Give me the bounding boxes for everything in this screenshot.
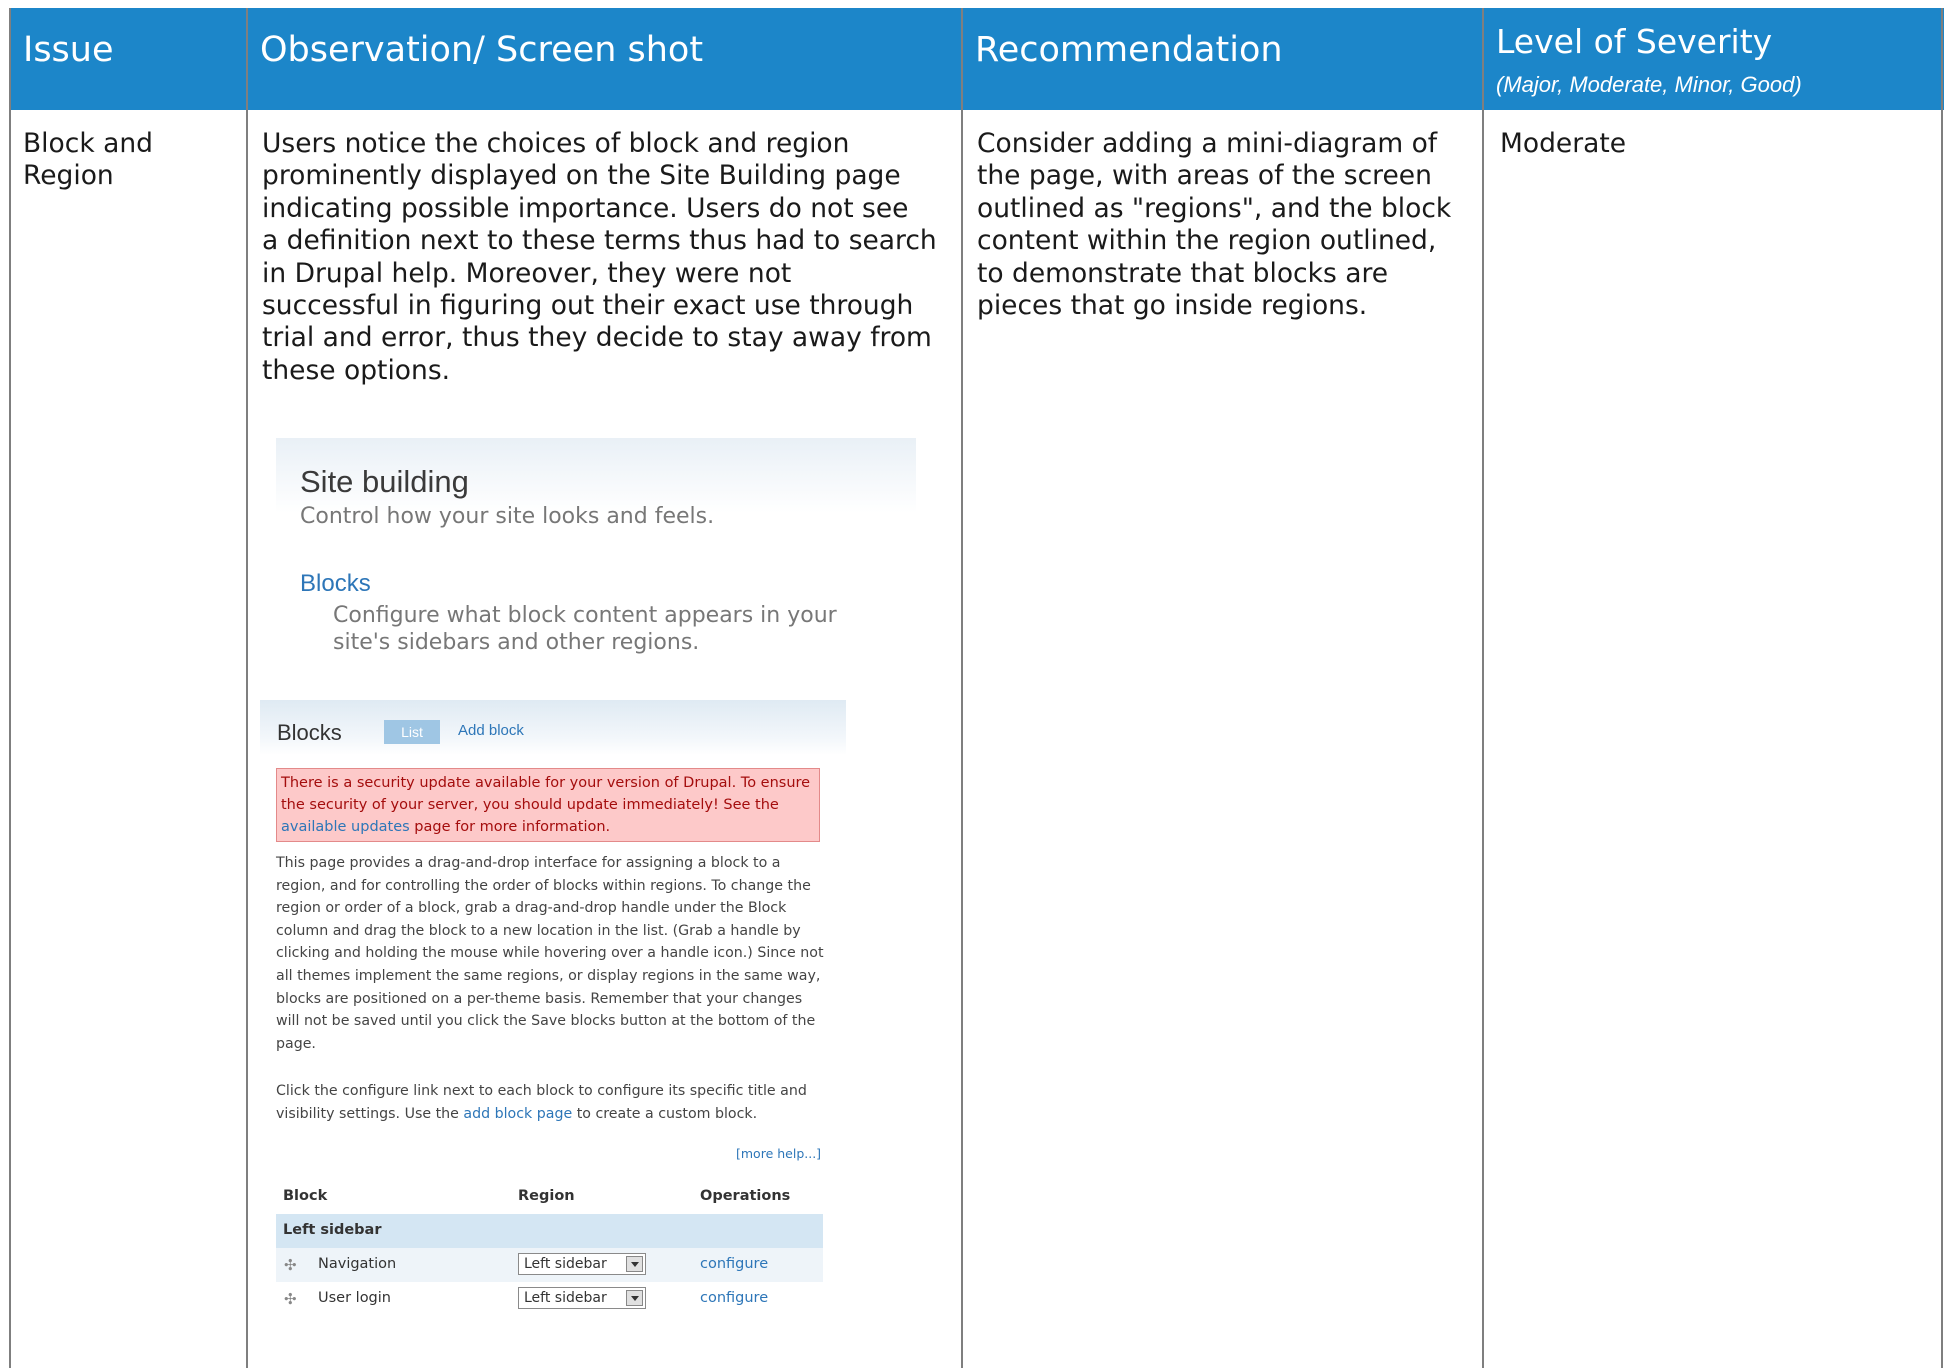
header-recommendation: Recommendation <box>975 30 1283 70</box>
table-header: Issue Observation/ Screen shot Recommend… <box>9 8 1944 110</box>
grid-line-3 <box>1482 8 1484 1368</box>
header-issue: Issue <box>23 30 114 70</box>
grid-line-left <box>9 8 11 1368</box>
site-building-screenshot: Site building Control how your site look… <box>276 438 916 688</box>
configure-help-pre: visibility settings. Use the <box>276 1105 464 1122</box>
grid-line-right <box>1941 8 1943 1368</box>
observation-line: prominently displayed on the Site Buildi… <box>262 160 901 192</box>
available-updates-link[interactable]: available updates <box>281 819 410 835</box>
observation-line: successful in figuring out their exact u… <box>262 290 914 322</box>
block-name: User login <box>318 1290 391 1306</box>
observation-line: indicating possible importance. Users do… <box>262 192 909 224</box>
region-select-value: Left sidebar <box>524 1290 607 1306</box>
site-building-subtitle: Control how your site looks and feels. <box>300 504 715 529</box>
configure-link[interactable]: configure <box>700 1290 768 1306</box>
header-severity-cell: Level of Severity (Major, Moderate, Mino… <box>1482 8 1944 110</box>
column-operations: Operations <box>700 1188 791 1204</box>
configure-link[interactable]: configure <box>700 1256 768 1272</box>
observation-line: in Drupal help. Moreover, they were not <box>262 257 792 289</box>
recommendation-line: pieces that go inside regions. <box>977 290 1368 322</box>
observation-line: these options. <box>262 354 451 386</box>
grid-line-2 <box>961 8 963 1368</box>
alert-line: There is a security update available for… <box>281 775 811 791</box>
blocks-description: Configure what block content appears in … <box>333 602 837 656</box>
alert-line: available updates page for more informat… <box>281 816 815 838</box>
blocks-description-line: Configure what block content appears in … <box>333 603 837 628</box>
help-line: region, and for controlling the order of… <box>276 877 811 894</box>
blocks-link[interactable]: Blocks <box>300 570 371 598</box>
recommendation-line: Consider adding a mini-diagram of <box>977 128 1438 159</box>
recommendation-line: outlined as "regions", and the block <box>977 192 1452 224</box>
help-line: all themes implement the same regions, o… <box>276 967 821 984</box>
drag-handle-icon[interactable]: ✣ <box>284 1256 297 1274</box>
security-update-alert: There is a security update available for… <box>276 768 820 842</box>
region-select[interactable]: Left sidebar <box>518 1287 646 1309</box>
tab-add-block[interactable]: Add block <box>458 722 524 739</box>
configure-help-post: to create a custom block. <box>572 1105 758 1122</box>
issue-line: Region <box>23 160 114 192</box>
column-region: Region <box>518 1188 575 1204</box>
help-line: page. <box>276 1035 316 1052</box>
help-line: will not be saved until you click the Sa… <box>276 1013 816 1030</box>
blocks-page-title: Blocks <box>277 720 342 745</box>
chevron-down-icon[interactable] <box>626 1290 643 1306</box>
recommendation-line: content within the region outlined, <box>977 225 1437 257</box>
region-select[interactable]: Left sidebar <box>518 1253 646 1275</box>
configure-help-line: visibility settings. Use the add block p… <box>276 1103 807 1126</box>
severity-cell: Moderate <box>1500 128 1626 160</box>
more-help-link[interactable]: [more help...] <box>736 1146 821 1161</box>
table-row: ✣ Navigation Left sidebar configure <box>276 1248 823 1283</box>
issue-line: Block and <box>23 128 153 159</box>
grid-line-1 <box>246 8 248 1368</box>
severity-value: Moderate <box>1500 128 1627 159</box>
header-observation: Observation/ Screen shot <box>260 30 704 70</box>
recommendation-line: the page, with areas of the screen <box>977 160 1432 192</box>
alert-line: the security of your server, you should … <box>281 797 779 813</box>
site-building-title: Site building <box>300 464 469 499</box>
drag-handle-icon[interactable]: ✣ <box>284 1290 297 1308</box>
block-name: Navigation <box>318 1256 397 1272</box>
blocks-page-screenshot: Blocks List Add block There is a securit… <box>260 700 846 1340</box>
region-group-label: Left sidebar <box>283 1222 382 1238</box>
region-select-value: Left sidebar <box>524 1256 607 1272</box>
header-observation-cell: Observation/ Screen shot <box>246 8 961 110</box>
observation-line: a definition next to these terms thus ha… <box>262 225 937 257</box>
help-line: region or order of a block, grab a drag-… <box>276 900 787 917</box>
tab-list[interactable]: List <box>384 720 440 744</box>
blocks-description-line: site's sidebars and other regions. <box>333 630 700 655</box>
chevron-down-icon[interactable] <box>626 1256 643 1272</box>
column-block: Block <box>283 1188 328 1204</box>
blocks-help-text: This page provides a drag-and-drop inter… <box>276 852 824 1055</box>
configure-help-text: Click the configure link next to each bl… <box>276 1080 807 1125</box>
help-line: blocks are positioned on a per-theme bas… <box>276 990 803 1007</box>
help-line: clicking and holding the mouse while hov… <box>276 945 824 962</box>
table-header-row: Block Region Operations <box>276 1180 823 1214</box>
add-block-page-link[interactable]: add block page <box>463 1106 572 1122</box>
header-severity-scale: (Major, Moderate, Minor, Good) <box>1496 72 1802 97</box>
help-line: This page provides a drag-and-drop inter… <box>276 855 781 871</box>
observation-line: Users notice the choices of block and re… <box>262 128 850 159</box>
configure-help-line: Click the configure link next to each bl… <box>276 1083 807 1099</box>
usability-findings-table: Issue Observation/ Screen shot Recommend… <box>0 0 1944 1368</box>
observation-line: trial and error, thus they decide to sta… <box>262 322 932 354</box>
help-line: column and drag the block to a new locat… <box>276 922 801 939</box>
observation-cell: Users notice the choices of block and re… <box>262 128 937 387</box>
header-severity: Level of Severity <box>1496 22 1773 61</box>
region-group-row: Left sidebar <box>276 1214 823 1249</box>
recommendation-cell: Consider adding a mini-diagram of the pa… <box>977 128 1451 322</box>
header-issue-cell: Issue <box>9 8 246 110</box>
issue-cell: Block and Region <box>23 128 153 193</box>
recommendation-line: to demonstrate that blocks are <box>977 257 1389 289</box>
blocks-page-header: Blocks List Add block <box>260 700 846 755</box>
table-row: ✣ User login Left sidebar configure <box>276 1282 823 1316</box>
header-recommendation-cell: Recommendation <box>961 8 1482 110</box>
alert-line-rest: page for more information. <box>409 819 611 835</box>
